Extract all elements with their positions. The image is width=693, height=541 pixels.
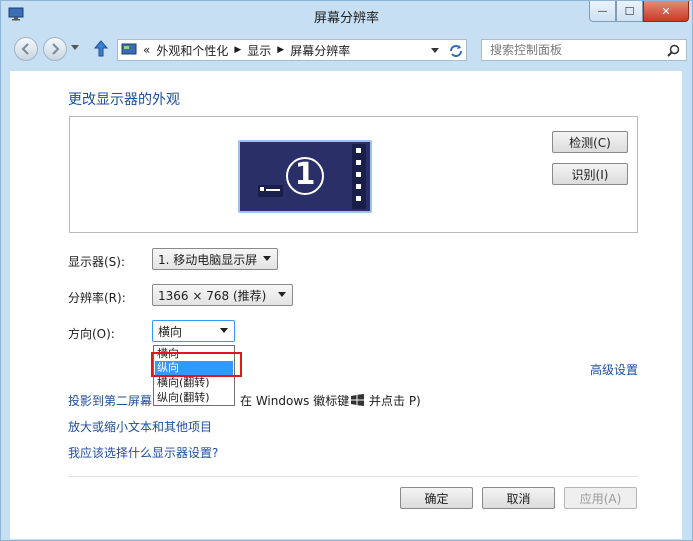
resolution-label: 分辨率(R): (68, 291, 126, 305)
highlight-annotation-box (151, 352, 242, 377)
close-button[interactable]: ✕ (643, 1, 689, 22)
forward-arrow-icon (52, 43, 60, 55)
windows-logo-icon (351, 394, 364, 406)
breadcrumb-separator-icon: ▶ (277, 45, 285, 55)
detect-button[interactable]: 检测(C) (552, 131, 628, 153)
maximize-icon: ☐ (624, 4, 635, 18)
chevron-down-icon (220, 328, 228, 333)
project-hint-prefix: 在 Windows 徽标键 (240, 394, 350, 408)
orientation-select-value: 横向 (158, 324, 183, 339)
address-dropdown-icon[interactable] (431, 48, 439, 54)
breadcrumb-screen-resolution[interactable]: 屏幕分辨率 (290, 42, 350, 59)
forward-button[interactable] (43, 37, 67, 61)
display-label: 显示器(S): (68, 255, 126, 269)
history-dropdown-icon[interactable] (71, 45, 79, 51)
breadcrumb-display[interactable]: 显示 (247, 42, 271, 59)
footer-divider (68, 476, 638, 477)
resolution-select[interactable]: 1366 × 768 (推荐) (152, 284, 293, 306)
monitor-preview-area: 1 检测(C) 识别(I) (69, 116, 638, 233)
up-arrow-icon[interactable] (93, 40, 109, 58)
maximize-button[interactable]: ☐ (616, 1, 643, 22)
orientation-label: 方向(O): (68, 327, 115, 341)
monitor-1[interactable]: 1 (238, 140, 372, 213)
breadcrumb-appearance[interactable]: 外观和个性化 (156, 42, 228, 59)
chevron-down-icon (263, 256, 271, 261)
content-panel: 更改显示器的外观 1 检测(C) 识别(I) 显示器(S): 1. 移动电脑显示… (10, 71, 682, 539)
orientation-option-landscape-flipped[interactable]: 横向(翻转) (155, 376, 233, 390)
resolution-select-value: 1366 × 768 (推荐) (158, 288, 267, 303)
minimize-button[interactable]: — (589, 1, 616, 22)
address-bar[interactable]: « 外观和个性化 ▶ 显示 ▶ 屏幕分辨率 (117, 39, 467, 61)
ok-button[interactable]: 确定 (400, 487, 473, 509)
breadcrumb-separator-icon: ▶ (234, 45, 242, 55)
refresh-icon[interactable] (448, 43, 464, 59)
search-icon[interactable] (667, 44, 680, 57)
page-title: 更改显示器的外观 (68, 92, 180, 108)
minimize-icon: — (597, 5, 608, 17)
display-select-value: 1. 移动电脑显示屏 (158, 252, 258, 267)
identify-button[interactable]: 识别(I) (552, 163, 628, 185)
text-size-link[interactable]: 放大或缩小文本和其他项目 (68, 418, 212, 435)
cancel-button[interactable]: 取消 (482, 487, 555, 509)
project-second-screen-link[interactable]: 投影到第二屏幕 (68, 392, 152, 409)
advanced-settings-link[interactable]: 高级设置 (590, 361, 638, 378)
window: 屏幕分辨率 — ☐ ✕ « 外观和个性化 ▶ 显示 ▶ 屏幕分辨率 搜索控制面板… (0, 0, 693, 541)
navigation-bar: « 外观和个性化 ▶ 显示 ▶ 屏幕分辨率 搜索控制面板 (1, 33, 692, 65)
chevron-down-icon (278, 292, 286, 297)
control-panel-icon (121, 43, 137, 55)
orientation-option-portrait-flipped[interactable]: 纵向(翻转) (155, 391, 233, 405)
back-arrow-icon (21, 43, 29, 55)
title-bar: 屏幕分辨率 — ☐ ✕ (1, 1, 692, 31)
back-button[interactable] (14, 37, 38, 61)
breadcrumb-root[interactable]: « (143, 43, 150, 57)
display-select[interactable]: 1. 移动电脑显示屏 (152, 248, 278, 270)
search-input[interactable]: 搜索控制面板 (481, 39, 687, 61)
apply-button[interactable]: 应用(A) (564, 487, 637, 509)
project-hint-suffix: 并点击 P) (369, 394, 421, 408)
close-icon: ✕ (661, 4, 671, 18)
monitor-number: 1 (294, 157, 316, 192)
display-help-link[interactable]: 我应该选择什么显示器设置? (68, 444, 218, 461)
orientation-select[interactable]: 横向 (152, 320, 235, 342)
